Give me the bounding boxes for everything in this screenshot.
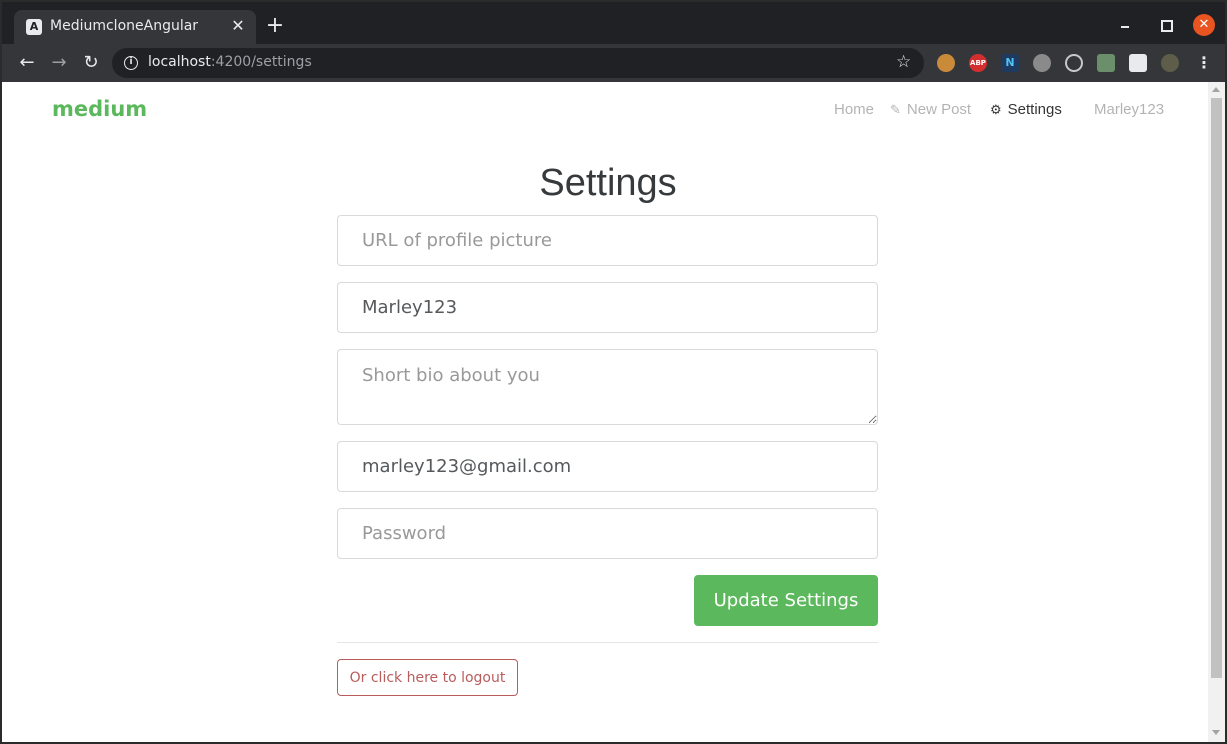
scrollbar-thumb[interactable] <box>1211 98 1222 678</box>
tab-strip: A MediumcloneAngular ✕ + ✕ <box>2 2 1225 44</box>
back-icon[interactable]: ← <box>16 52 38 74</box>
browser-window: A MediumcloneAngular ✕ + ✕ ← → ↻ i local… <box>0 0 1227 744</box>
scroll-down-arrow-icon[interactable] <box>1212 730 1220 735</box>
nav-new-post[interactable]: ✎ New Post <box>890 101 971 118</box>
gear-icon: ⚙ <box>990 102 1002 117</box>
nav-settings[interactable]: ⚙ Settings <box>990 101 1062 118</box>
url-text[interactable]: localhost:4200/settings <box>148 54 312 70</box>
ngrx-extension-icon[interactable]: N <box>1001 54 1019 72</box>
nav-profile-label: Marley123 <box>1094 101 1165 118</box>
scroll-up-arrow-icon[interactable] <box>1212 87 1220 92</box>
puzzle-extension-icon[interactable] <box>1129 54 1147 72</box>
new-tab-icon[interactable]: + <box>264 15 286 37</box>
nav-profile[interactable]: Marley123 <box>1094 101 1164 118</box>
kebab-menu-icon[interactable]: ⋮ <box>1196 52 1212 74</box>
browser-toolbar: ← → ↻ i localhost:4200/settings ☆ ABP N … <box>2 44 1225 82</box>
react-extension-icon[interactable] <box>1065 54 1083 72</box>
nav-settings-label: Settings <box>1007 101 1062 118</box>
angular-favicon-icon: A <box>26 19 42 35</box>
username-input[interactable] <box>337 282 878 333</box>
tab-close-icon[interactable]: ✕ <box>228 16 248 36</box>
nav-home-label: Home <box>834 101 875 118</box>
logout-button[interactable]: Or click here to logout <box>337 659 518 696</box>
cloud-extension-icon[interactable] <box>1033 54 1051 72</box>
compose-icon: ✎ <box>890 102 901 117</box>
reload-icon[interactable]: ↻ <box>80 52 102 74</box>
nav-home[interactable]: Home <box>834 101 874 118</box>
window-maximize-icon[interactable] <box>1156 16 1174 34</box>
page-scrollbar[interactable] <box>1208 82 1225 742</box>
info-icon[interactable]: i <box>124 56 138 70</box>
browser-tab[interactable]: A MediumcloneAngular ✕ <box>14 10 256 44</box>
forward-icon[interactable]: → <box>48 52 70 74</box>
nav-new-post-label: New Post <box>906 101 972 118</box>
profile-avatar-icon[interactable] <box>1161 54 1179 72</box>
cookie-extension-icon[interactable] <box>937 54 955 72</box>
url-host: localhost <box>148 54 211 70</box>
page-viewport: medium Home ✎ New Post ⚙ Settings Marley12… <box>2 82 1225 742</box>
profile-picture-url-input[interactable] <box>337 215 878 266</box>
update-settings-button[interactable]: Update Settings <box>694 575 878 626</box>
redux-extension-icon[interactable] <box>1097 54 1115 72</box>
brand-logo[interactable]: medium <box>52 97 147 121</box>
bio-textarea[interactable] <box>337 349 878 425</box>
page-title: Settings <box>539 162 677 204</box>
email-input[interactable] <box>337 441 878 492</box>
window-close-icon[interactable]: ✕ <box>1193 14 1215 36</box>
url-path: :4200/settings <box>210 54 312 70</box>
adblock-extension-icon[interactable]: ABP <box>969 54 987 72</box>
password-input[interactable] <box>337 508 878 559</box>
window-minimize-icon[interactable] <box>1116 16 1134 34</box>
star-icon[interactable]: ☆ <box>896 52 911 72</box>
tab-title: MediumcloneAngular <box>50 18 199 34</box>
address-bar[interactable]: i localhost:4200/settings ☆ <box>112 48 924 78</box>
divider <box>337 642 878 643</box>
